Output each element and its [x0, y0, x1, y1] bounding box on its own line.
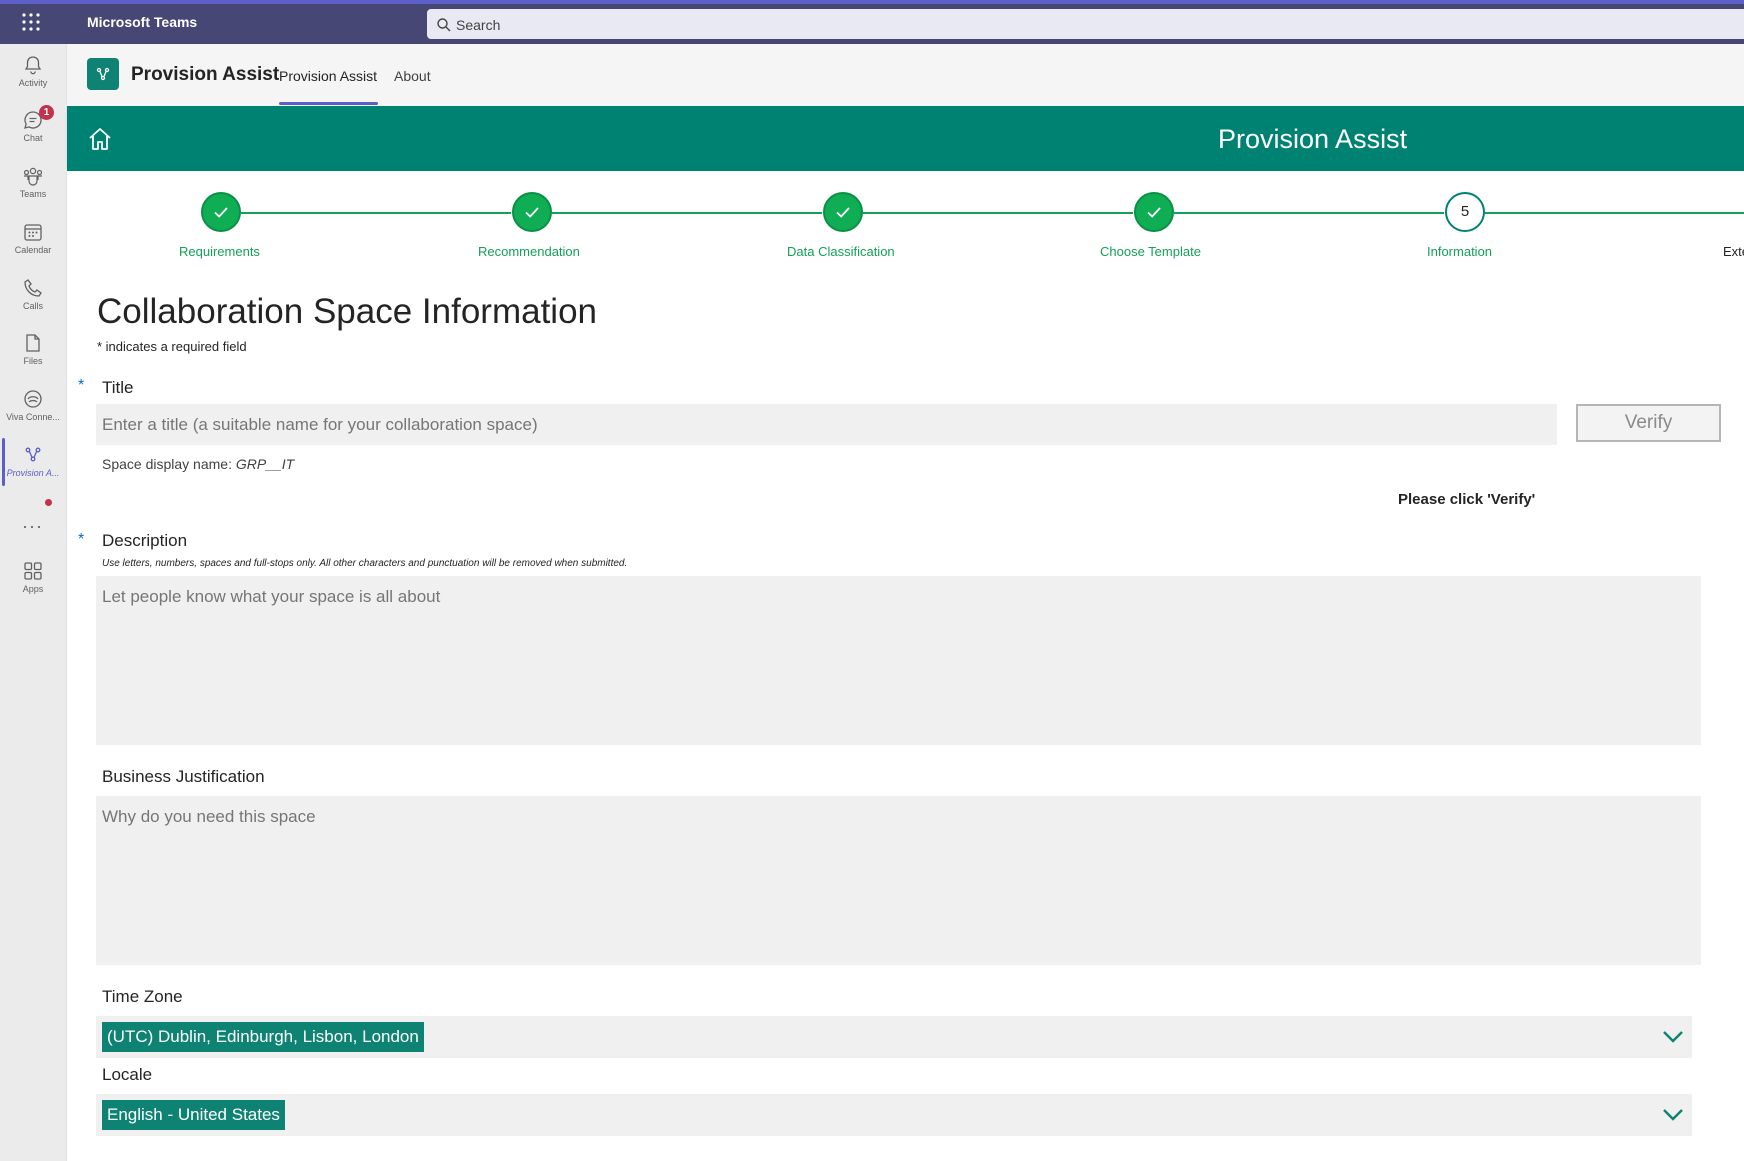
required-asterisk: *	[78, 377, 85, 394]
rail-label: Apps	[22, 584, 44, 594]
teams-top-bar: Microsoft Teams Search	[0, 0, 1744, 44]
description-textarea[interactable]: Let people know what your space is all a…	[96, 576, 1701, 745]
rail-item-activity[interactable]: Activity	[0, 48, 66, 98]
space-display-name: Space display name: GRP__IT	[102, 456, 294, 472]
step-choose-template-check[interactable]	[1134, 192, 1174, 232]
business-justification-label: Business Justification	[102, 767, 265, 786]
step-connector	[241, 212, 511, 214]
step-label-information: Information	[1427, 244, 1493, 259]
rail-label: Teams	[19, 189, 47, 199]
step-connector	[552, 212, 822, 214]
rail-label: Calls	[22, 301, 43, 311]
teams-icon	[23, 167, 43, 186]
verify-message: Please click 'Verify'	[1398, 491, 1536, 508]
home-icon[interactable]	[87, 126, 113, 152]
step-data-classification-check[interactable]	[823, 192, 863, 232]
title-input[interactable]: Enter a title (a suitable name for your …	[96, 404, 1557, 445]
provision-assist-banner: Provision Assist	[67, 106, 1744, 171]
step-label-recommendation: Recommendation	[478, 244, 580, 259]
locale-select[interactable]: English - United States	[96, 1094, 1692, 1136]
calendar-icon	[24, 224, 42, 241]
app-header: Provision Assist Provision Assist About	[67, 44, 1744, 106]
step-connector	[1485, 212, 1744, 214]
step-label-requirements: Requirements	[179, 244, 260, 259]
rail-label: Chat	[23, 133, 43, 143]
tab-provision-assist[interactable]: Provision Assist	[279, 68, 377, 84]
more-apps-icon[interactable]: ···	[22, 516, 43, 537]
rail-item-teams[interactable]: Teams	[0, 159, 66, 209]
search-placeholder: Search	[456, 17, 501, 33]
step-connector	[863, 212, 1133, 214]
step-label-choose-template: Choose Template	[1100, 244, 1201, 259]
viva-connections-icon	[24, 390, 42, 408]
step-label-next: Exte	[1723, 244, 1744, 259]
phone-icon	[24, 279, 42, 297]
rail-item-chat[interactable]: Chat 1	[0, 103, 66, 153]
checkmark-icon	[525, 207, 539, 218]
checkmark-icon	[836, 207, 850, 218]
chat-unread-badge: 1	[39, 105, 54, 120]
display-name-label: Space display name:	[102, 456, 232, 472]
time-zone-value: (UTC) Dublin, Edinburgh, Lisbon, London	[102, 1022, 424, 1052]
app-name: Microsoft Teams	[87, 14, 198, 30]
title-label: Title	[102, 378, 134, 397]
search-icon	[437, 18, 451, 32]
app-title: Provision Assist	[131, 64, 280, 85]
display-name-value: GRP__IT	[235, 456, 295, 472]
step-requirements-check[interactable]	[201, 192, 241, 232]
bell-icon	[24, 56, 42, 75]
rail-label: Provision A...	[6, 468, 60, 478]
page-title: Collaboration Space Information	[97, 292, 598, 331]
provision-assist-icon	[25, 447, 41, 462]
notification-dot	[45, 499, 52, 506]
rail-item-provision-assist[interactable]: Provision A...	[0, 438, 66, 488]
business-justification-textarea[interactable]: Why do you need this space	[96, 796, 1701, 965]
apps-icon	[24, 562, 42, 580]
rail-item-calendar[interactable]: Calendar	[0, 215, 66, 265]
step-recommendation-check[interactable]	[512, 192, 552, 232]
rail-label: Files	[23, 356, 43, 366]
rail-item-apps[interactable]: Apps	[0, 554, 66, 604]
provision-assist-logo-icon	[96, 67, 110, 81]
rail-item-viva-connections[interactable]: Viva Conne...	[0, 382, 66, 432]
app-launcher-icon[interactable]	[21, 12, 41, 32]
step-connector	[1174, 212, 1444, 214]
rail-item-files[interactable]: Files	[0, 326, 66, 376]
locale-value: English - United States	[102, 1100, 285, 1130]
verify-button[interactable]: Verify	[1576, 404, 1721, 442]
description-label: Description	[102, 531, 188, 550]
file-icon	[26, 334, 40, 352]
rail-item-calls[interactable]: Calls	[0, 271, 66, 321]
locale-label: Locale	[102, 1065, 153, 1084]
description-hint: Use letters, numbers, spaces and full-st…	[102, 558, 628, 569]
banner-title: Provision Assist	[1218, 124, 1408, 154]
rail-label: Viva Conne...	[6, 412, 60, 422]
chevron-down-icon	[1663, 1109, 1683, 1121]
active-tab-indicator	[279, 102, 378, 105]
step-information-number[interactable]: 5	[1445, 192, 1485, 232]
tab-about[interactable]: About	[394, 68, 431, 84]
step-label-data-classification: Data Classification	[787, 244, 895, 259]
search-input[interactable]: Search	[427, 9, 1744, 39]
time-zone-label: Time Zone	[102, 987, 183, 1006]
required-field-note: * indicates a required field	[97, 339, 247, 354]
provision-assist-logo	[87, 58, 119, 90]
left-rail: Activity Chat 1 Teams Calendar Calls Fil…	[0, 44, 67, 1161]
chevron-down-icon	[1663, 1031, 1683, 1043]
checkmark-icon	[214, 207, 228, 218]
time-zone-select[interactable]: (UTC) Dublin, Edinburgh, Lisbon, London	[96, 1016, 1692, 1058]
checkmark-icon	[1147, 207, 1161, 218]
rail-label: Activity	[18, 78, 48, 88]
required-asterisk: *	[78, 531, 85, 548]
rail-label: Calendar	[14, 245, 52, 255]
